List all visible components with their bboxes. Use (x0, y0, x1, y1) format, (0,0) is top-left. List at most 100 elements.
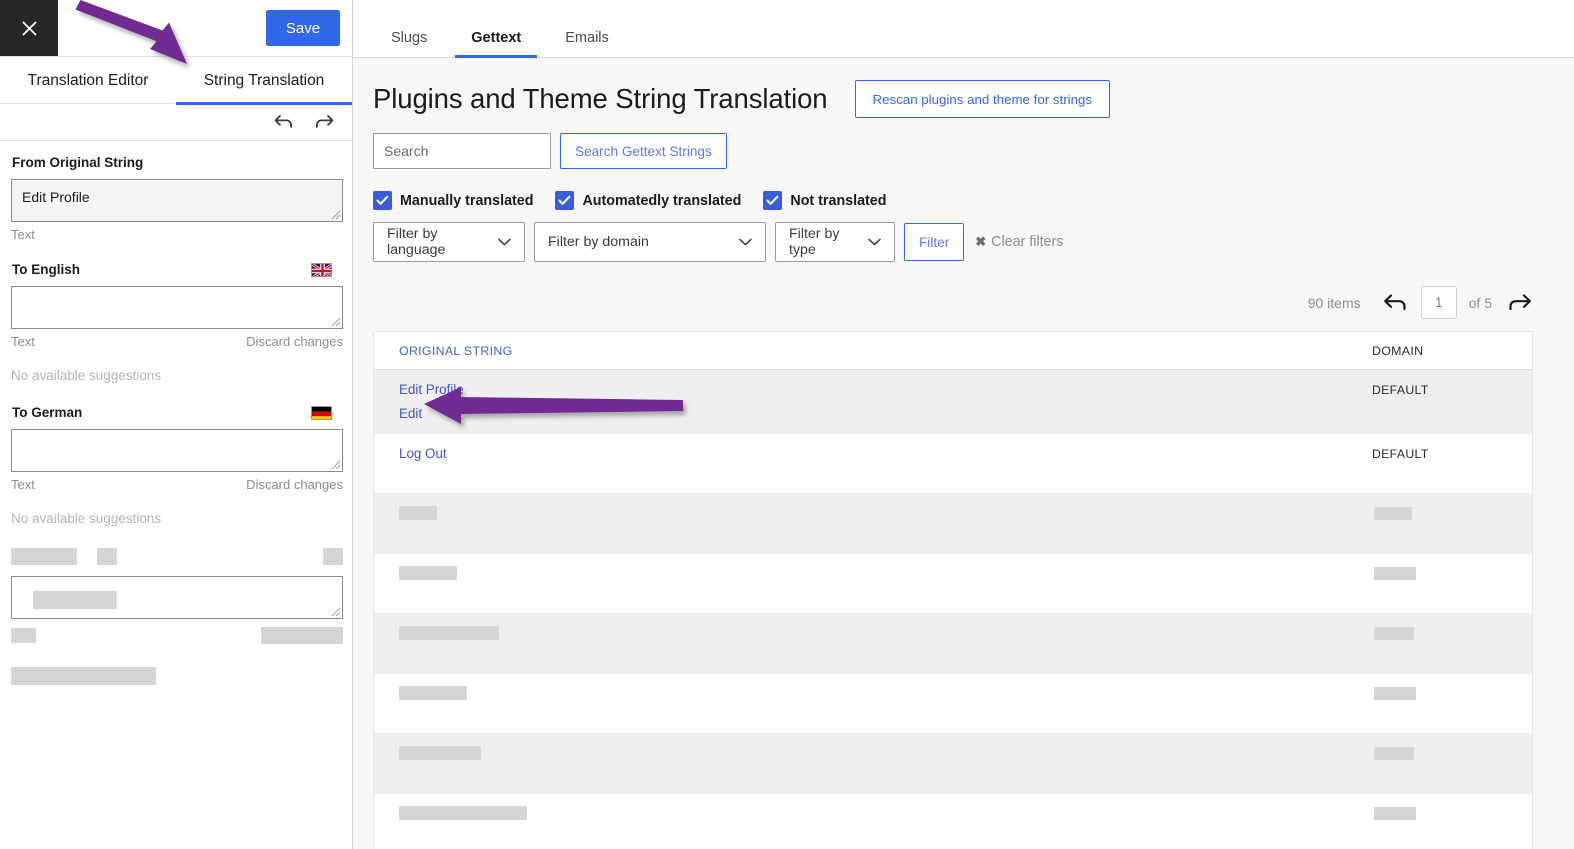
content-tabs: Slugs Gettext Emails (353, 0, 1574, 58)
pagination: 90 items of 5 (373, 286, 1554, 319)
filter-by-language-select[interactable]: Filter by language (373, 222, 525, 262)
cell-original-string (374, 614, 1372, 673)
to-german-discard-changes[interactable]: Discard changes (246, 477, 343, 492)
skeleton-bar (1374, 627, 1414, 640)
translation-sidebar: Save Translation Editor String Translati… (0, 0, 353, 849)
skeleton-row (11, 667, 343, 685)
filter-by-domain-select[interactable]: Filter by domain (534, 222, 766, 262)
cell-domain: DEFAULT (1372, 383, 1429, 397)
skeleton-bar (11, 548, 77, 565)
table-row (374, 494, 1532, 554)
to-german-suggestions: No available suggestions (11, 511, 162, 526)
tab-emails[interactable]: Emails (543, 29, 631, 58)
skeleton-textarea-wrap (11, 576, 343, 619)
checkbox-manually-translated[interactable]: Manually translated (373, 191, 533, 210)
checkbox-manually-translated-label: Manually translated (400, 192, 534, 209)
close-x-icon: ✖ (975, 234, 987, 249)
tab-emails-label: Emails (565, 29, 609, 46)
table-row (374, 734, 1532, 794)
to-german-wrap (11, 429, 343, 472)
skeleton-bar (323, 548, 343, 565)
cell-original-string: Edit Profile Edit (374, 370, 1372, 433)
row-original-string-link[interactable]: Edit Profile (399, 382, 1372, 397)
save-button[interactable]: Save (266, 10, 340, 46)
sidebar-topbar: Save (0, 0, 352, 57)
cell-original-string (374, 734, 1372, 793)
chevron-down-icon (868, 238, 881, 246)
to-german-label: To German (12, 405, 342, 420)
table-row (374, 554, 1532, 614)
to-english-suggestions: No available suggestions (11, 368, 162, 383)
skeleton-bar (399, 686, 467, 700)
skeleton-bar (1374, 807, 1416, 820)
tab-translation-editor[interactable]: Translation Editor (0, 57, 176, 104)
cell-domain (1372, 794, 1532, 849)
strings-table: ORIGINAL STRING DOMAIN Edit Profile Edit D… (373, 331, 1533, 849)
next-page-arrow-icon[interactable] (1506, 293, 1532, 313)
cell-domain (1372, 554, 1532, 613)
cell-domain: DEFAULT (1372, 447, 1429, 461)
pagination-of-label: of 5 (1468, 294, 1492, 311)
checkbox-automatedly-translated[interactable]: Automatedly translated (555, 191, 741, 210)
chevron-down-icon (498, 238, 511, 246)
cell-domain (1372, 734, 1532, 793)
to-english-hint: Text (11, 334, 35, 349)
cell-original-string: Log Out (374, 434, 1372, 493)
to-english-discard-changes[interactable]: Discard changes (246, 334, 343, 349)
from-original-string-input[interactable] (11, 179, 343, 222)
undo-redo-toolbar (0, 104, 352, 141)
skeleton-row (11, 548, 343, 565)
from-original-string-label: From Original String (12, 155, 342, 170)
pagination-items-count: 90 items (1307, 294, 1361, 311)
checkbox-automatedly-translated-label: Automatedly translated (582, 192, 742, 209)
to-english-input[interactable] (11, 286, 343, 329)
prev-page-arrow-icon[interactable] (1383, 293, 1409, 313)
column-header-domain: DOMAIN (1372, 343, 1424, 358)
to-english-label: To English (12, 262, 342, 277)
skeleton-bar (399, 746, 481, 760)
search-input[interactable] (373, 133, 551, 169)
skeleton-bar (399, 806, 527, 820)
row-original-string-link[interactable]: Log Out (399, 446, 1372, 461)
skeleton-textarea[interactable] (11, 576, 343, 619)
chevron-down-icon (739, 238, 752, 246)
to-german-input[interactable] (11, 429, 343, 472)
cell-domain (1372, 494, 1532, 553)
tab-gettext[interactable]: Gettext (449, 30, 543, 58)
checkmark-icon (373, 191, 392, 210)
to-english-label-text: To English (12, 262, 80, 277)
german-flag-icon (311, 405, 332, 420)
search-gettext-strings-button[interactable]: Search Gettext Strings (560, 133, 727, 169)
column-header-original-string[interactable]: ORIGINAL STRING (374, 344, 1372, 358)
title-row: Plugins and Theme String Translation Res… (373, 58, 1554, 118)
uk-flag-icon (311, 262, 332, 277)
skeleton-row (11, 627, 343, 644)
cell-original-string (374, 554, 1372, 613)
checkmark-icon (555, 191, 575, 210)
redo-arrow-icon[interactable] (313, 113, 335, 131)
filters-row: Filter by language Filter by domain Filt… (373, 222, 1554, 262)
filter-by-type-select[interactable]: Filter by type (775, 222, 895, 262)
skeleton-bar (33, 591, 117, 609)
filter-button[interactable]: Filter (904, 223, 965, 261)
clear-filters-button[interactable]: ✖ Clear filters (975, 234, 1063, 250)
table-body: Edit Profile Edit DEFAULT Log Out DEFAULT (374, 370, 1532, 849)
undo-arrow-icon[interactable] (273, 113, 295, 131)
from-original-string-subrow: Text (11, 227, 343, 242)
to-english-wrap (11, 286, 343, 329)
row-edit-link[interactable]: Edit (399, 406, 1372, 421)
checkmark-icon (763, 191, 783, 210)
skeleton-bar (261, 627, 343, 644)
sidebar-tabs: Translation Editor String Translation (0, 57, 352, 105)
sidebar-skeleton-block (11, 548, 343, 685)
checkbox-not-translated[interactable]: Not translated (763, 191, 887, 210)
close-icon[interactable] (0, 0, 58, 56)
tab-slugs[interactable]: Slugs (369, 30, 449, 58)
tab-string-translation[interactable]: String Translation (176, 57, 352, 105)
to-german-subrow: Text Discard changes (11, 477, 343, 492)
pagination-page-input[interactable] (1420, 286, 1457, 319)
app-root: Save Translation Editor String Translati… (0, 0, 1574, 849)
page-title: Plugins and Theme String Translation (373, 83, 828, 114)
rescan-plugins-button[interactable]: Rescan plugins and theme for strings (854, 80, 1111, 118)
checkbox-not-translated-label: Not translated (790, 192, 887, 209)
